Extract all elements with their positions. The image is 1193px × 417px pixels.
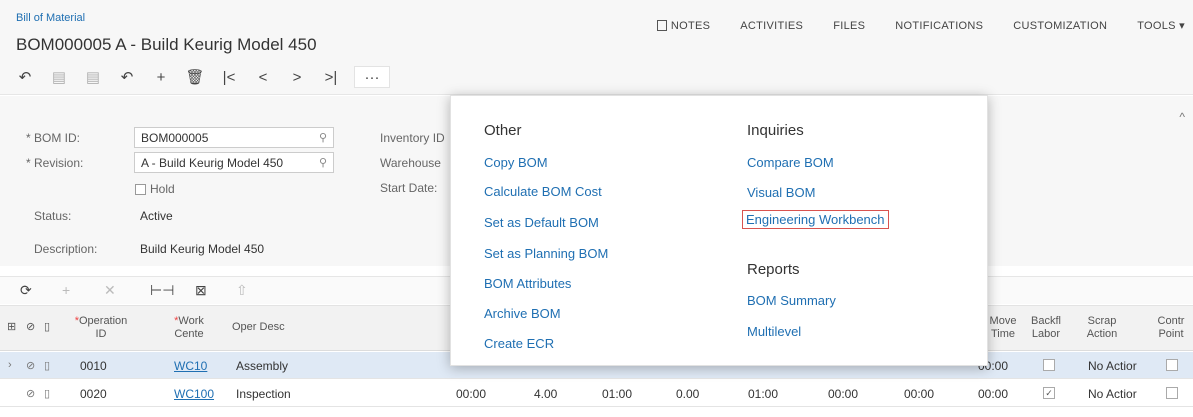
attachment-icon[interactable]: ⊘ bbox=[26, 359, 35, 372]
attachment-icon: ⊘ bbox=[26, 321, 36, 333]
previous-record-icon[interactable]: < bbox=[250, 66, 276, 88]
status-label: Status: bbox=[34, 209, 72, 223]
files-button[interactable]: FILES bbox=[833, 19, 865, 32]
time-cell[interactable]: 4.00 bbox=[534, 387, 557, 401]
column-control-point[interactable]: Contr Point bbox=[1152, 315, 1190, 341]
note-icon: ▯ bbox=[44, 321, 51, 333]
more-actions-button[interactable]: ··· bbox=[354, 66, 390, 88]
customization-button[interactable]: CUSTOMIZATION bbox=[1013, 19, 1107, 32]
oper-desc-cell[interactable]: Assembly bbox=[236, 359, 288, 373]
export-excel-icon[interactable]: ⊠ bbox=[195, 282, 207, 299]
revision-value: A - Build Keurig Model 450 bbox=[141, 156, 284, 170]
column-scrap-action[interactable]: Scrap Action bbox=[1080, 315, 1124, 341]
menu-item-compare-bom[interactable]: Compare BOM bbox=[747, 155, 834, 170]
other-section-heading: Other bbox=[484, 122, 522, 139]
last-record-icon[interactable]: >| bbox=[318, 66, 344, 88]
time-cell[interactable]: 0.00 bbox=[676, 387, 699, 401]
menu-item-set-default-bom[interactable]: Set as Default BOM bbox=[484, 215, 599, 230]
add-icon[interactable]: + bbox=[148, 66, 174, 88]
activities-button[interactable]: ACTIVITIES bbox=[740, 19, 803, 32]
operation-id-cell[interactable]: 0020 bbox=[80, 387, 107, 401]
time-cell[interactable]: 00:00 bbox=[828, 387, 858, 401]
column-backflush-labor[interactable]: Backfl Labor bbox=[1026, 315, 1066, 341]
revision-label: * Revision: bbox=[26, 156, 84, 170]
refresh-icon[interactable]: ⟳ bbox=[20, 282, 32, 299]
scrap-action-cell[interactable]: No Actior bbox=[1088, 359, 1137, 373]
column-move-time[interactable]: Move Time bbox=[984, 315, 1022, 341]
column-operation-id[interactable]: *Operation ID bbox=[70, 315, 132, 341]
work-center-link[interactable]: WC10 bbox=[174, 359, 207, 373]
fit-columns-icon[interactable]: ⊢⊣ bbox=[150, 282, 174, 299]
grid-settings-icon[interactable]: ⊞ bbox=[7, 321, 16, 334]
notifications-button[interactable]: NOTIFICATIONS bbox=[895, 19, 983, 32]
attachment-icon[interactable]: ⊘ bbox=[26, 387, 35, 400]
bom-id-value: BOM000005 bbox=[141, 131, 209, 145]
search-icon[interactable]: ⚲ bbox=[319, 131, 327, 144]
more-actions-menu: Other Copy BOM Calculate BOM Cost Set as… bbox=[450, 95, 988, 366]
add-row-icon[interactable]: + bbox=[62, 282, 70, 298]
inquiries-section-heading: Inquiries bbox=[747, 122, 804, 139]
menu-item-archive-bom[interactable]: Archive BOM bbox=[484, 306, 561, 321]
page-title: BOM000005 A - Build Keurig Model 450 bbox=[16, 35, 317, 54]
inventory-id-label: Inventory ID bbox=[380, 131, 445, 145]
control-point-checkbox[interactable] bbox=[1166, 359, 1178, 371]
search-icon[interactable]: ⚲ bbox=[319, 156, 327, 169]
menu-item-visual-bom[interactable]: Visual BOM bbox=[747, 185, 815, 200]
bom-id-field[interactable]: BOM000005 ⚲ bbox=[134, 127, 334, 148]
menu-item-calculate-bom-cost[interactable]: Calculate BOM Cost bbox=[484, 184, 602, 199]
control-point-checkbox[interactable] bbox=[1166, 387, 1178, 399]
back-icon[interactable]: ↶ bbox=[12, 66, 38, 88]
column-oper-desc[interactable]: Oper Desc bbox=[232, 321, 285, 334]
menu-item-multilevel[interactable]: Multilevel bbox=[747, 324, 801, 339]
delete-row-icon[interactable]: ✕ bbox=[104, 282, 116, 299]
page-header: Bill of Material BOM000005 A - Build Keu… bbox=[0, 0, 1193, 95]
note-icon[interactable]: ▯ bbox=[44, 387, 50, 400]
notes-icon bbox=[656, 20, 667, 31]
main-toolbar: ↶ ▤ ▤ ↶ + 🗑 |< < > >| ··· bbox=[12, 65, 398, 89]
hold-label: Hold bbox=[150, 182, 175, 196]
scrap-action-cell[interactable]: No Actior bbox=[1088, 387, 1137, 401]
time-cell[interactable]: 01:00 bbox=[748, 387, 778, 401]
oper-desc-cell[interactable]: Inspection bbox=[236, 387, 291, 401]
status-value[interactable]: Active bbox=[140, 209, 173, 223]
column-work-center[interactable]: *Work Cente bbox=[164, 315, 214, 341]
operation-id-cell[interactable]: 0010 bbox=[80, 359, 107, 373]
menu-item-engineering-workbench[interactable]: Engineering Workbench bbox=[742, 210, 889, 229]
delete-icon[interactable]: 🗑 bbox=[182, 66, 208, 88]
work-center-link[interactable]: WC100 bbox=[174, 387, 214, 401]
menu-item-bom-summary[interactable]: BOM Summary bbox=[747, 293, 836, 308]
menu-item-create-ecr[interactable]: Create ECR bbox=[484, 336, 554, 351]
tools-button[interactable]: TOOLS ▾ bbox=[1137, 19, 1185, 32]
time-cell[interactable]: 01:00 bbox=[602, 387, 632, 401]
bom-id-label: * BOM ID: bbox=[26, 131, 81, 145]
time-cell[interactable]: 00:00 bbox=[904, 387, 934, 401]
backflush-checkbox[interactable] bbox=[1043, 359, 1055, 371]
hold-checkbox[interactable] bbox=[135, 184, 146, 195]
description-value[interactable]: Build Keurig Model 450 bbox=[140, 242, 264, 256]
move-time-cell[interactable]: 00:00 bbox=[978, 387, 1008, 401]
next-record-icon[interactable]: > bbox=[284, 66, 310, 88]
time-cell[interactable]: 00:00 bbox=[456, 387, 486, 401]
save-icon[interactable]: ▤ bbox=[80, 66, 106, 88]
reports-section-heading: Reports bbox=[747, 261, 800, 278]
row-selector-icon: › bbox=[8, 359, 12, 371]
top-menu: NOTES ACTIVITIES FILES NOTIFICATIONS CUS… bbox=[656, 19, 1193, 32]
note-icon[interactable]: ▯ bbox=[44, 359, 50, 372]
revision-field[interactable]: A - Build Keurig Model 450 ⚲ bbox=[134, 152, 334, 173]
description-label: Description: bbox=[34, 242, 98, 256]
breadcrumb[interactable]: Bill of Material bbox=[16, 12, 85, 24]
notes-button[interactable]: NOTES bbox=[656, 19, 710, 32]
start-date-label: Start Date: bbox=[380, 181, 438, 195]
first-record-icon[interactable]: |< bbox=[216, 66, 242, 88]
table-row[interactable]: ⊘ ▯ 0020 WC100 Inspection 00:00 4.00 01:… bbox=[0, 380, 1193, 407]
undo-icon[interactable]: ↶ bbox=[114, 66, 140, 88]
menu-item-bom-attributes[interactable]: BOM Attributes bbox=[484, 276, 571, 291]
menu-item-copy-bom[interactable]: Copy BOM bbox=[484, 155, 548, 170]
collapse-icon[interactable]: ^ bbox=[1179, 110, 1185, 124]
save-close-icon[interactable]: ▤ bbox=[46, 66, 72, 88]
backflush-checkbox[interactable]: ✓ bbox=[1043, 387, 1055, 399]
menu-item-set-planning-bom[interactable]: Set as Planning BOM bbox=[484, 246, 608, 261]
upload-icon[interactable]: ⇧ bbox=[236, 282, 248, 299]
warehouse-label: Warehouse bbox=[380, 156, 441, 170]
